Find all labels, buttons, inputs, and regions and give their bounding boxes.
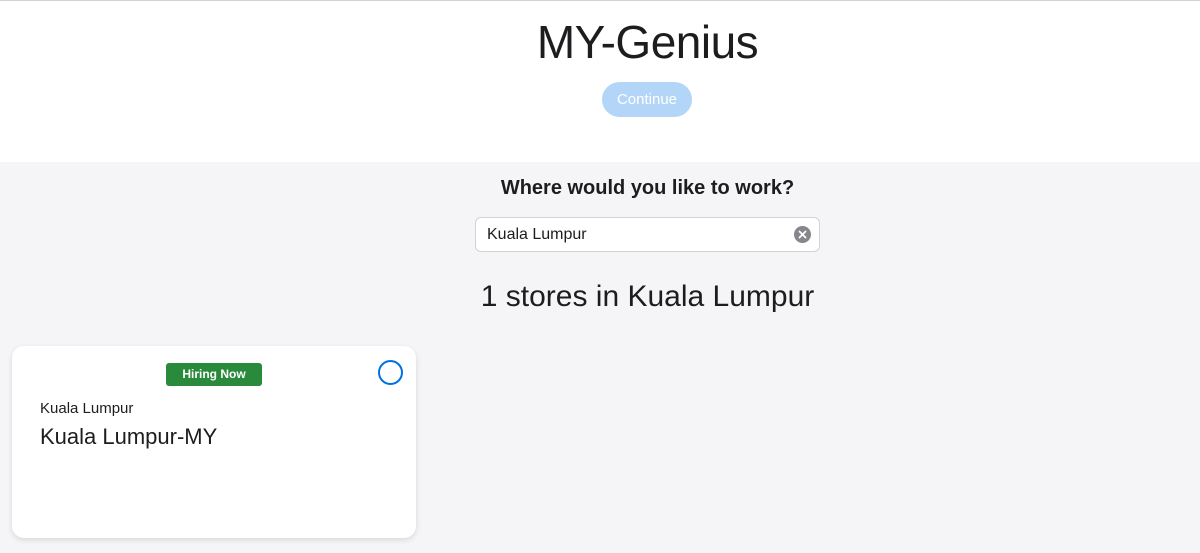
- location-search-box: [475, 217, 820, 252]
- location-question: Where would you like to work?: [500, 177, 795, 199]
- store-search-section: Where would you like to work? 1 stores i…: [0, 162, 1200, 553]
- store-city: Kuala Lumpur: [40, 400, 134, 417]
- page-title: MY-Genius: [536, 16, 759, 68]
- location-search-input[interactable]: [487, 218, 787, 251]
- results-title: 1 stores in Kuala Lumpur: [480, 280, 815, 313]
- clear-icon[interactable]: [794, 226, 811, 243]
- store-select-radio[interactable]: [378, 360, 403, 385]
- hiring-now-badge: Hiring Now: [166, 363, 262, 386]
- continue-button[interactable]: Continue: [602, 82, 692, 117]
- store-name: Kuala Lumpur-MY: [40, 424, 218, 449]
- page-header: MY-Genius Continue: [0, 1, 1200, 162]
- store-card[interactable]: Hiring Now Kuala Lumpur Kuala Lumpur-MY: [12, 346, 416, 538]
